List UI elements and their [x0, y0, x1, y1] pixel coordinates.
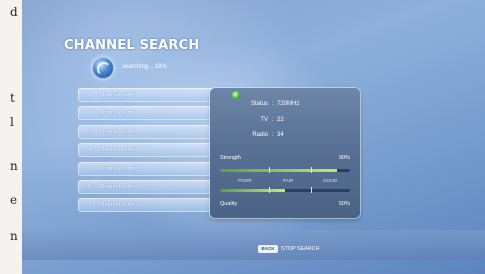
- tv-row: TV:22: [210, 116, 284, 125]
- stop-search-button[interactable]: STOP SEARCH: [281, 245, 319, 253]
- left-page-margin: d t l n e n: [0, 0, 20, 274]
- status-dot-icon: [232, 91, 240, 99]
- meter-tick: [269, 187, 270, 193]
- search-status: searching... 18%: [122, 64, 167, 70]
- strength-meter: [220, 169, 350, 172]
- strength-meter-fill: [220, 169, 337, 172]
- channel-label: Channel name: [99, 92, 136, 98]
- radio-row: Radio:34: [210, 131, 284, 140]
- meter-tick: [311, 187, 312, 193]
- quality-label: Quality: [220, 201, 238, 207]
- status-value: 720MHz: [277, 101, 300, 107]
- tv-screen: CHANNEL SEARCH searching... 18% 1 Channe…: [22, 0, 485, 274]
- radio-label: Radio: [252, 132, 268, 138]
- channel-label: Channel name: [99, 202, 136, 209]
- channel-label: Channel name: [99, 147, 136, 154]
- poor-label: POOR: [238, 178, 252, 183]
- radio-count: 34: [277, 132, 284, 138]
- strength-value: 90%: [338, 155, 350, 161]
- margin-letter: l: [10, 115, 14, 129]
- quality-value: 50%: [338, 201, 350, 207]
- margin-letter: n: [10, 229, 18, 243]
- footer-bar: [22, 230, 485, 260]
- margin-letter: e: [10, 193, 18, 207]
- status-label: Status: [250, 101, 268, 107]
- globe-icon: [92, 57, 114, 79]
- channel-number: 3: [88, 128, 92, 135]
- page-title: CHANNEL SEARCH: [64, 38, 200, 53]
- channel-list-item[interactable]: 7 Channel name: [78, 198, 224, 213]
- channel-list-item[interactable]: 4 Channel name: [78, 143, 224, 158]
- meter-tick: [311, 167, 312, 173]
- channel-list-item[interactable]: 5 Channel name: [78, 161, 224, 176]
- tv-count: 22: [277, 117, 284, 123]
- status-row: Status:720MHz: [210, 100, 299, 109]
- meter-tick: [269, 167, 270, 173]
- channel-number: 4: [88, 147, 92, 154]
- channel-list-item[interactable]: 1 Channel name: [78, 88, 224, 102]
- margin-letter: d: [10, 5, 18, 19]
- channel-number: 7: [88, 202, 92, 209]
- channel-number: 2: [88, 110, 92, 117]
- channel-list: 1 Channel name 2 Channel name 3 Channel …: [78, 88, 224, 217]
- strength-label: Strength: [220, 155, 241, 161]
- tv-label: TV: [260, 117, 268, 123]
- channel-number: 1: [88, 92, 92, 98]
- quality-meter-fill: [220, 189, 285, 192]
- margin-letter: t: [10, 91, 15, 105]
- channel-number: 5: [88, 165, 92, 172]
- good-label: GOOD: [323, 178, 338, 183]
- margin-letter: n: [10, 159, 18, 173]
- channel-list-item[interactable]: 6 Channel name: [78, 179, 224, 194]
- quality-meter: [220, 189, 350, 192]
- channel-list-item[interactable]: 2 Channel name: [78, 106, 224, 121]
- channel-number: 6: [88, 183, 92, 190]
- back-button[interactable]: BACK: [258, 245, 278, 253]
- channel-label: Channel name: [99, 128, 136, 135]
- channel-label: Channel name: [99, 165, 136, 172]
- signal-info-panel: Status:720MHz TV:22 Radio:34 Strength 90…: [210, 88, 360, 218]
- fair-label: FAIR: [283, 178, 294, 183]
- channel-list-item[interactable]: 3 Channel name: [78, 124, 224, 139]
- channel-label: Channel name: [99, 183, 136, 190]
- channel-label: Channel name: [99, 110, 136, 117]
